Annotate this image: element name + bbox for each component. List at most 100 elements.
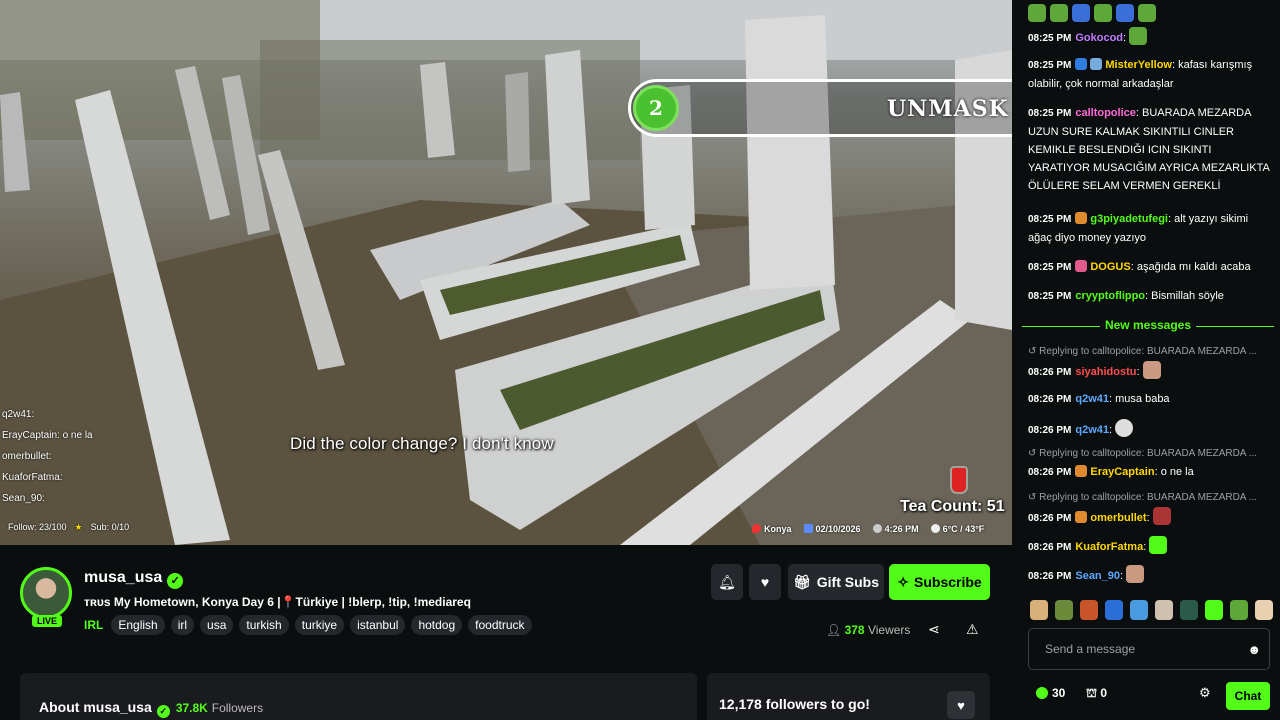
follower-goal-panel: 12,178 followers to go! ♥ <box>707 673 990 720</box>
chat-message: 08:25 PM cryyptoflippo: Bismillah söyle <box>1028 290 1224 302</box>
sparkle-icon: ✧ <box>897 573 910 590</box>
chat-send-button[interactable]: Chat <box>1226 682 1270 710</box>
overlay-chat-line: Sean_90: <box>2 493 45 504</box>
green-emote-icon <box>1149 536 1168 554</box>
emote-icon[interactable] <box>1030 600 1048 620</box>
gift-icon: ⛫ <box>1086 686 1101 700</box>
tag[interactable]: English <box>111 615 165 635</box>
frog-emote-icon <box>1072 4 1090 22</box>
overlay-goals: Follow: 23/100 ★ Sub: 0/10 <box>8 522 129 533</box>
video-subtitle: Did the color change? I don't know <box>290 434 554 453</box>
stream-page: q2w41: ErayCaptain: o ne la omerbullet: … <box>0 0 1280 720</box>
chat-message: 08:25 PM DOGUS: aşağıda mı kaldı acaba <box>1028 260 1251 273</box>
points-icon <box>1036 687 1048 699</box>
tag[interactable]: turkiye <box>294 615 345 635</box>
chat-input-box: ☻ <box>1028 628 1270 670</box>
video-player[interactable]: q2w41: ErayCaptain: o ne la omerbullet: … <box>0 0 1012 545</box>
emote-strip <box>1028 4 1156 22</box>
reply-icon: ↺ <box>1028 492 1040 503</box>
badge-icon <box>1075 511 1088 523</box>
chat-message: 08:26 PM Sean_90: <box>1028 565 1272 586</box>
cloud-icon <box>930 524 940 533</box>
gift-subs-button[interactable]: 🎁︎ Gift Subs <box>788 564 884 600</box>
heart-icon[interactable]: ♥ <box>947 691 975 719</box>
chat-message: 08:25 PM Gokocod: <box>1028 27 1272 48</box>
emote-icon[interactable] <box>1155 600 1173 620</box>
chat-message: 08:26 PM omerbullet: <box>1028 507 1272 528</box>
overlay-chat-line: omerbullet: <box>2 451 52 462</box>
live-badge: LIVE <box>32 615 63 627</box>
emote-icon[interactable] <box>1255 600 1273 620</box>
unmask-word: UNMASK <box>887 96 1009 122</box>
tea-count: Tea Count: 51 <box>900 498 1005 515</box>
frog-emote-icon <box>1116 4 1134 22</box>
stream-info-bar: Konya 02/10/2026 4:26 PM 6°C / 43°F <box>752 524 984 534</box>
verified-icon: ✓ <box>167 573 184 589</box>
emote-icon[interactable] <box>1055 600 1073 620</box>
tag[interactable]: hotdog <box>411 615 463 635</box>
warning-icon[interactable]: ⚠ <box>966 621 979 638</box>
gift-icon: 🎁︎ <box>792 573 811 590</box>
new-messages-divider[interactable]: New messages <box>1022 318 1274 332</box>
goal-text: 12,178 followers to go! <box>719 696 870 712</box>
badge-icon <box>1075 260 1088 272</box>
chat-message: 08:26 PM siyahidostu: <box>1028 361 1272 382</box>
subscribe-button[interactable]: ✧ Subscribe <box>889 564 990 600</box>
badge-icon <box>1075 465 1088 477</box>
pin-icon <box>752 524 761 533</box>
chat-message: 08:26 PM ErayCaptain: o ne la <box>1028 465 1194 478</box>
unmask-banner: 2 UNMASK 110 <box>628 79 1012 137</box>
frog-emote-icon <box>1094 4 1112 22</box>
bell-icon: 🔔︎ <box>718 573 736 590</box>
tag[interactable]: foodtruck <box>468 615 532 635</box>
reply-icon: ↺ <box>1028 448 1040 459</box>
chat-footer: 30 ⛫ 0 ⚙ Chat <box>1012 682 1280 710</box>
location-info: Konya <box>752 524 792 534</box>
frog-emote-icon <box>1138 4 1156 22</box>
tag-list: IRL English irl usa turkish turkiye ista… <box>84 615 532 635</box>
emote-icon[interactable] <box>1105 600 1123 620</box>
face-emote-icon <box>1152 507 1171 525</box>
quick-emote-row <box>1030 600 1273 620</box>
weather-info: 6°C / 43°F <box>930 524 984 534</box>
time-info: 4:26 PM <box>872 524 919 534</box>
emoji-icon[interactable]: ☻ <box>1247 642 1261 657</box>
emote-icon[interactable] <box>1180 600 1198 620</box>
notification-bell-button[interactable]: 🔔︎ <box>711 564 743 600</box>
about-title: About musa_usa ✓ 37.8K Followers <box>39 699 264 718</box>
emote-icon[interactable] <box>1205 600 1223 620</box>
chat-message: 08:25 PM MisterYellow: kafası karışmış ol… <box>1028 58 1253 90</box>
share-icon[interactable]: ⋖ <box>928 621 940 638</box>
reply-context[interactable]: ↺ Replying to calltopolice: BUARADA MEZA… <box>1028 492 1257 503</box>
tag[interactable]: usa <box>200 615 234 635</box>
gift-count[interactable]: ⛫ 0 <box>1086 686 1107 702</box>
chat-message: 08:26 PM q2w41: musa baba <box>1028 393 1170 405</box>
chat-message: 08:26 PM q2w41: <box>1028 419 1272 440</box>
sub-goal: Sub: 0/10 <box>90 522 130 532</box>
badge-icon <box>1075 58 1088 70</box>
overlay-chat-line: KuaforFatma: <box>2 472 63 483</box>
category-link[interactable]: IRL <box>84 618 103 632</box>
streamer-name[interactable]: musa_usa ✓ <box>84 569 184 589</box>
gear-icon[interactable]: ⚙ <box>1199 685 1211 701</box>
channel-points[interactable]: 30 <box>1036 686 1065 700</box>
chat-panel: 08:25 PM Gokocod: 08:25 PM MisterYellow: k… <box>1012 0 1280 720</box>
badge-icon <box>1075 212 1088 224</box>
date-info: 02/10/2026 <box>803 524 861 534</box>
reply-icon: ↺ <box>1028 346 1040 357</box>
emote-icon[interactable] <box>1080 600 1098 620</box>
tag[interactable]: irl <box>170 615 195 635</box>
reply-context[interactable]: ↺ Replying to calltopolice: BUARADA MEZA… <box>1028 346 1257 357</box>
overlay-chat-line: ErayCaptain: o ne la <box>2 430 93 441</box>
follow-heart-button[interactable]: ♥ <box>749 564 781 600</box>
face-emote-icon <box>1142 361 1161 379</box>
emote-icon[interactable] <box>1230 600 1248 620</box>
chat-message: 08:25 PM g3piyadetufegi: alt yazıyı sikim… <box>1028 212 1249 244</box>
tag[interactable]: turkish <box>239 615 289 635</box>
tag[interactable]: istanbul <box>350 615 406 635</box>
emote-icon[interactable] <box>1130 600 1148 620</box>
chat-input[interactable] <box>1029 629 1239 669</box>
avatar[interactable] <box>20 567 72 619</box>
reply-context[interactable]: ↺ Replying to calltopolice: BUARADA MEZA… <box>1028 448 1257 459</box>
viewer-count: 👤︎ 378 Viewers <box>826 623 911 637</box>
